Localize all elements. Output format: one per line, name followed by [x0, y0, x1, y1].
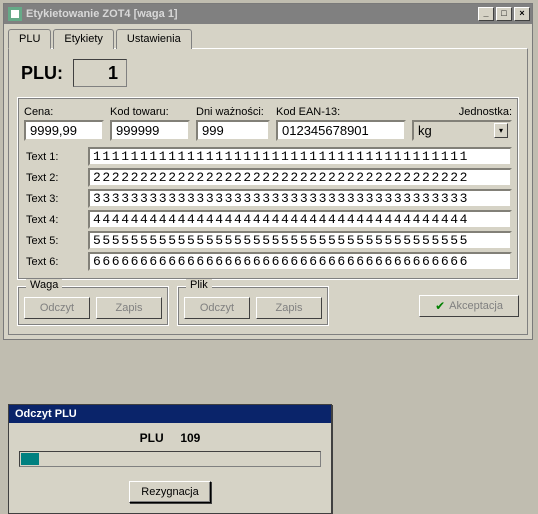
jedn-select[interactable]: kg ▾	[412, 120, 512, 141]
app-icon	[8, 7, 22, 21]
text-lines: Text 1: Text 2: Text 3: Text 4:	[24, 147, 512, 271]
text-input-3[interactable]	[88, 189, 512, 208]
window-buttons: _ □ ×	[478, 7, 530, 21]
client-area: PLU Etykiety Ustawienia PLU: 1 Cena: Kod…	[4, 24, 532, 339]
progress-label: PLU 109	[19, 431, 321, 445]
plik-odczyt-button[interactable]: Odczyt	[184, 297, 250, 319]
dni-input[interactable]	[196, 120, 270, 141]
button-label: Akceptacja	[449, 300, 503, 312]
button-label: Zapis	[276, 302, 303, 314]
text-label: Text 1:	[24, 151, 82, 163]
button-label: Odczyt	[200, 302, 234, 314]
tab-label: Ustawienia	[127, 33, 181, 45]
kod-input[interactable]	[110, 120, 190, 141]
text-label: Text 6:	[24, 256, 82, 268]
main-window: Etykietowanie ZOT4 [waga 1] _ □ × PLU Et…	[3, 3, 533, 340]
text-line-4: Text 4:	[24, 210, 512, 229]
tab-etykiety[interactable]: Etykiety	[53, 29, 114, 49]
progress-label-plu: PLU	[140, 431, 164, 445]
ean-label: Kod EAN-13:	[276, 106, 406, 118]
tab-ustawienia[interactable]: Ustawienia	[116, 29, 192, 49]
tab-bar: PLU Etykiety Ustawienia	[8, 28, 528, 48]
text-label: Text 4:	[24, 214, 82, 226]
minimize-button[interactable]: _	[478, 7, 494, 21]
titlebar[interactable]: Etykietowanie ZOT4 [waga 1] _ □ ×	[4, 4, 532, 24]
plu-header-row: PLU: 1	[17, 59, 519, 87]
button-label: Rezygnacja	[141, 486, 198, 498]
text-line-5: Text 5:	[24, 231, 512, 250]
waga-legend: Waga	[26, 279, 62, 291]
waga-odczyt-button[interactable]: Odczyt	[24, 297, 90, 319]
text-line-2: Text 2:	[24, 168, 512, 187]
plik-group: Plik Odczyt Zapis	[177, 286, 329, 326]
tab-label: Etykiety	[64, 33, 103, 45]
progress-fill	[21, 453, 39, 465]
cancel-button[interactable]: Rezygnacja	[129, 481, 211, 503]
jedn-label: Jednostka:	[412, 106, 512, 118]
text-line-1: Text 1:	[24, 147, 512, 166]
text-line-6: Text 6:	[24, 252, 512, 271]
progress-dialog: Odczyt PLU PLU 109 Rezygnacja	[8, 404, 332, 514]
bottom-button-row: Waga Odczyt Zapis Plik Odczyt Zapis ✔	[17, 286, 519, 326]
plu-value: 1	[73, 59, 127, 87]
accept-button[interactable]: ✔ Akceptacja	[419, 295, 519, 317]
dialog-body: PLU 109 Rezygnacja	[9, 423, 331, 513]
waga-zapis-button[interactable]: Zapis	[96, 297, 162, 319]
kod-label: Kod towaru:	[110, 106, 190, 118]
text-label: Text 3:	[24, 193, 82, 205]
text-input-4[interactable]	[88, 210, 512, 229]
text-line-3: Text 3:	[24, 189, 512, 208]
cena-label: Cena:	[24, 106, 104, 118]
tab-page-plu: PLU: 1 Cena: Kod towaru: Dni ważności:	[8, 48, 528, 335]
dialog-title[interactable]: Odczyt PLU	[9, 405, 331, 423]
dni-label: Dni ważności:	[196, 106, 270, 118]
maximize-button[interactable]: □	[496, 7, 512, 21]
text-input-1[interactable]	[88, 147, 512, 166]
text-input-6[interactable]	[88, 252, 512, 271]
window-title: Etykietowanie ZOT4 [waga 1]	[26, 8, 478, 20]
text-input-2[interactable]	[88, 168, 512, 187]
fields-group: Cena: Kod towaru: Dni ważności: Kod EAN-…	[17, 97, 519, 280]
button-label: Zapis	[116, 302, 143, 314]
plik-legend: Plik	[186, 279, 212, 291]
button-label: Odczyt	[40, 302, 74, 314]
plik-zapis-button[interactable]: Zapis	[256, 297, 322, 319]
progress-label-val: 109	[180, 431, 200, 445]
jedn-value: kg	[418, 123, 432, 138]
ean-input[interactable]	[276, 120, 406, 141]
waga-group: Waga Odczyt Zapis	[17, 286, 169, 326]
check-icon: ✔	[435, 299, 445, 313]
tab-label: PLU	[19, 33, 40, 45]
text-label: Text 5:	[24, 235, 82, 247]
progress-bar	[19, 451, 321, 467]
chevron-down-icon: ▾	[494, 123, 508, 138]
close-button[interactable]: ×	[514, 7, 530, 21]
plu-label: PLU:	[21, 63, 63, 84]
cena-input[interactable]	[24, 120, 104, 141]
text-label: Text 2:	[24, 172, 82, 184]
text-input-5[interactable]	[88, 231, 512, 250]
tab-plu[interactable]: PLU	[8, 29, 51, 49]
